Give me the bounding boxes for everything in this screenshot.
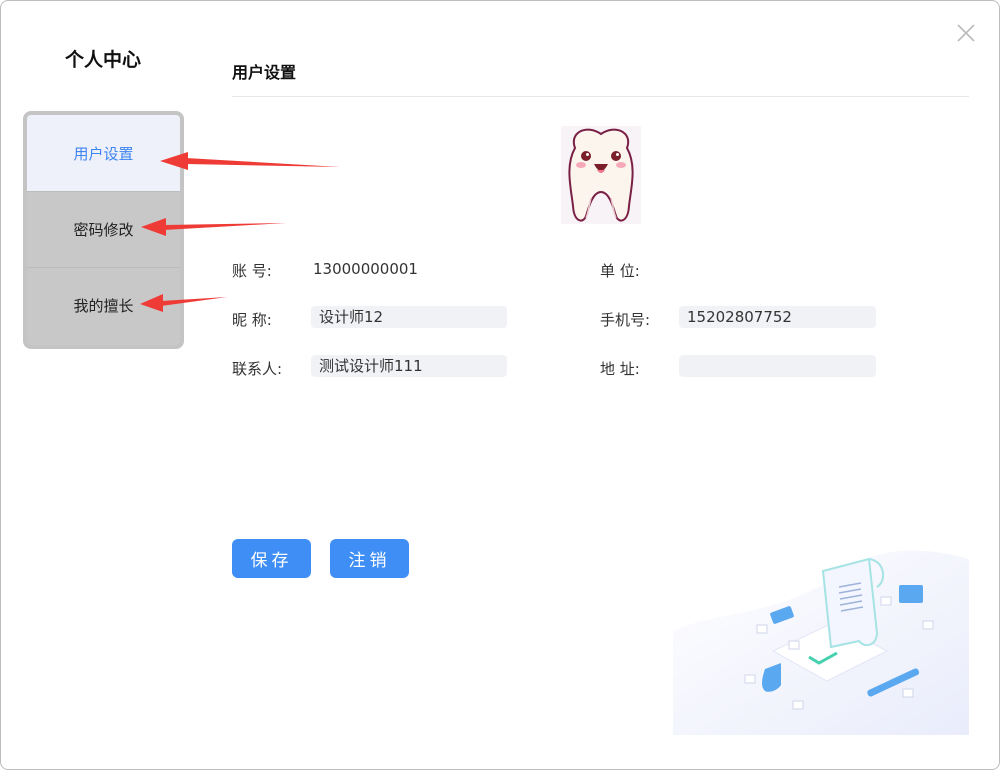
account-value: 13000000001 [313, 260, 418, 278]
address-label: 地 址: [600, 360, 640, 378]
avatar[interactable] [561, 126, 641, 224]
save-button[interactable]: 保存 [232, 539, 311, 578]
annotation-arrow-icon [140, 294, 227, 312]
phone-field[interactable] [679, 306, 876, 328]
annotation-arrow-icon [141, 218, 286, 236]
sidebar-title: 个人中心 [64, 49, 141, 71]
logout-button[interactable]: 注销 [330, 539, 409, 578]
phone-label: 手机号: [600, 311, 651, 329]
nickname-field[interactable] [311, 306, 507, 328]
account-label: 账 号: [232, 262, 272, 280]
sidebar-item-label: 密码修改 [73, 221, 134, 239]
annotation-arrow-icon [160, 152, 340, 170]
contact-label: 联系人: [232, 360, 283, 378]
unit-label: 单 位: [600, 262, 640, 280]
address-field[interactable] [679, 355, 876, 377]
nickname-label: 昵 称: [232, 311, 272, 329]
sidebar-item-label: 用户设置 [73, 144, 134, 163]
document-illustration-icon [673, 550, 969, 735]
close-icon[interactable] [955, 22, 977, 44]
divider [232, 96, 969, 97]
page-title: 用户设置 [232, 63, 297, 82]
sidebar-item-label: 我的擅长 [73, 297, 134, 315]
user-settings-dialog: 个人中心 用户设置 密码修改 我的擅长 用户设置 账 号: 1300000000… [0, 0, 1000, 770]
contact-field[interactable] [311, 355, 507, 377]
